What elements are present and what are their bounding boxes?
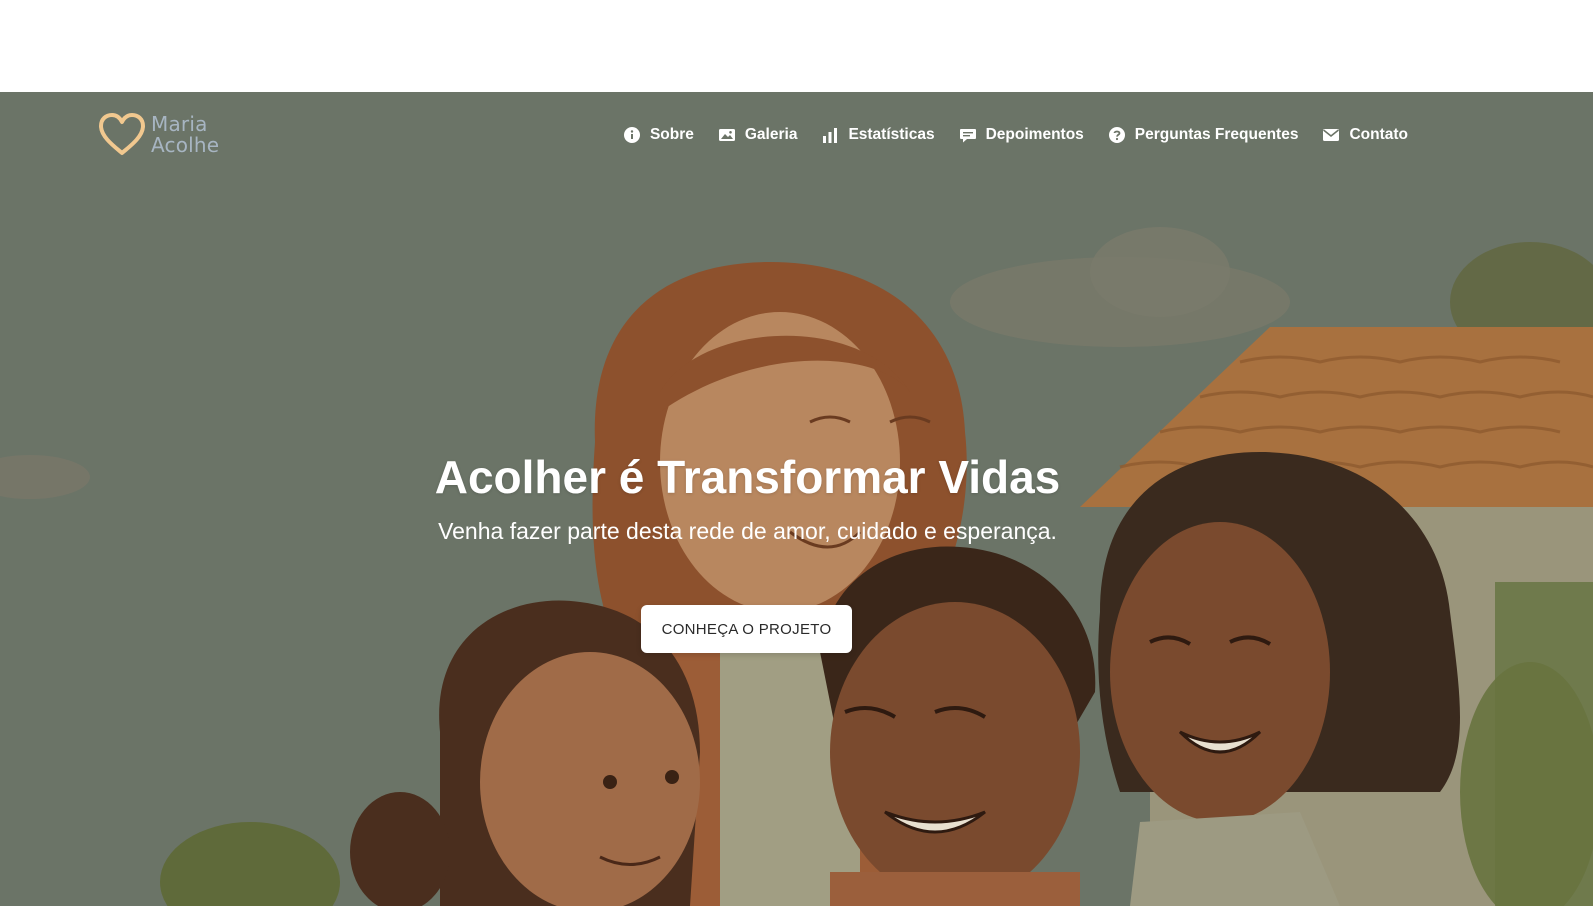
info-circle-icon bbox=[623, 127, 640, 143]
nav-item-estatisticas[interactable]: Estatísticas bbox=[821, 126, 935, 144]
nav-item-label: Galeria bbox=[744, 126, 798, 143]
nav-menu: Sobre Galeria Estatísticas Depoimentos P… bbox=[623, 122, 1408, 148]
nav-item-label: Estatísticas bbox=[848, 126, 935, 143]
heart-icon bbox=[99, 113, 145, 155]
nav-item-contato[interactable]: Contato bbox=[1322, 126, 1408, 144]
nav-item-sobre[interactable]: Sobre bbox=[623, 126, 694, 144]
nav-item-label: Contato bbox=[1349, 126, 1408, 143]
nav-item-galeria[interactable]: Galeria bbox=[718, 126, 798, 144]
logo-name-line2: Acolhe bbox=[151, 133, 220, 157]
top-navbar: Maria Acolhe Sobre Galeria Estatísticas … bbox=[0, 92, 1593, 178]
site-logo[interactable]: Maria Acolhe bbox=[97, 111, 227, 159]
cta-know-project-button[interactable]: CONHEÇA O PROJETO bbox=[641, 605, 852, 653]
nav-item-label: Depoimentos bbox=[985, 126, 1084, 143]
nav-item-depoimentos[interactable]: Depoimentos bbox=[959, 126, 1084, 144]
hero-title: Acolher é Transformar Vidas bbox=[434, 451, 1061, 503]
nav-item-label: Perguntas Frequentes bbox=[1134, 126, 1299, 143]
logo-name-line1: Maria bbox=[151, 112, 208, 136]
top-blank-area bbox=[0, 0, 1593, 92]
bar-chart-icon bbox=[823, 128, 838, 143]
question-circle-icon bbox=[1108, 127, 1125, 143]
comment-icon bbox=[959, 129, 976, 143]
logo-text: Maria Acolhe bbox=[151, 114, 219, 156]
hero-subtitle: Venha fazer parte desta rede de amor, cu… bbox=[438, 518, 1057, 544]
image-icon bbox=[718, 129, 735, 141]
nav-item-label: Sobre bbox=[649, 126, 694, 143]
envelope-icon bbox=[1323, 129, 1340, 141]
nav-item-perguntas-frequentes[interactable]: Perguntas Frequentes bbox=[1108, 126, 1299, 144]
hero-section: Maria Acolhe Sobre Galeria Estatísticas … bbox=[0, 92, 1593, 906]
